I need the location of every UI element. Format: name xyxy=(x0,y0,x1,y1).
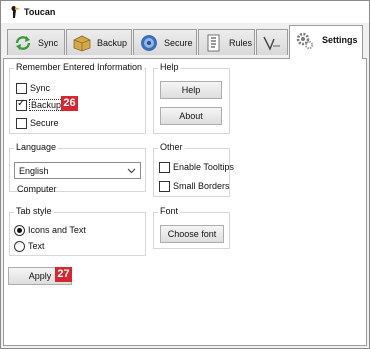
check-mark-icon: ✓ xyxy=(17,98,26,109)
radio-button[interactable] xyxy=(14,241,25,252)
title-bar: Toucan xyxy=(1,1,369,23)
other-group: Other Enable Tooltips Small Borders xyxy=(153,142,234,197)
tab-rules-label: Rules xyxy=(229,38,253,48)
language-group: Language English Computer xyxy=(9,142,146,194)
toucan-window: Toucan Sync Backup Secure Rules Settings… xyxy=(0,0,370,349)
toucan-app-icon xyxy=(11,6,20,18)
tab-style-icons-text-label: Icons and Text xyxy=(28,225,86,235)
small-borders-checkbox[interactable]: Small Borders xyxy=(159,181,231,193)
tab-variables[interactable] xyxy=(256,29,288,55)
tab-backup[interactable]: Backup xyxy=(66,29,132,55)
settings-panel: Remember Entered Information Sync ✓ Back… xyxy=(3,58,367,346)
help-button[interactable]: Help xyxy=(160,81,222,99)
checkbox-box[interactable] xyxy=(16,118,27,129)
checkbox-box[interactable] xyxy=(16,83,27,94)
help-group-title: Help xyxy=(158,62,181,72)
window-title: Toucan xyxy=(24,7,56,17)
tab-strip: Sync Backup Secure Rules Settings xyxy=(1,23,369,59)
chevron-down-icon[interactable] xyxy=(126,165,137,176)
help-group: Help Help About xyxy=(153,62,230,134)
font-group-title: Font xyxy=(158,206,181,216)
tab-sync[interactable]: Sync xyxy=(7,29,65,55)
checkbox-box[interactable] xyxy=(159,162,170,173)
language-select-value: English xyxy=(19,166,49,176)
tab-settings-label: Settings xyxy=(322,35,358,45)
tab-style-group-title: Tab style xyxy=(14,206,54,216)
variables-icon xyxy=(263,36,280,51)
settings-gear-icon xyxy=(296,32,314,50)
choose-font-button[interactable]: Choose font xyxy=(160,225,224,243)
remember-secure-label: Secure xyxy=(30,118,59,128)
language-group-title: Language xyxy=(14,142,59,152)
tab-style-text-label: Text xyxy=(28,241,45,251)
small-borders-label: Small Borders xyxy=(173,181,230,191)
tab-rules[interactable]: Rules xyxy=(198,29,255,55)
annotation-badge-backup: 26 xyxy=(61,96,78,111)
sync-icon xyxy=(15,36,31,50)
font-group: Font Choose font xyxy=(153,206,230,249)
remember-group-title: Remember Entered Information xyxy=(14,62,145,72)
checkbox-box[interactable] xyxy=(159,181,170,192)
rules-icon xyxy=(207,34,220,52)
language-status-text: Computer xyxy=(17,184,57,194)
radio-selected-dot xyxy=(17,228,22,233)
tab-style-text-radio[interactable]: Text xyxy=(14,241,134,253)
about-button[interactable]: About xyxy=(160,107,222,125)
checkbox-box[interactable]: ✓ xyxy=(16,98,27,111)
radio-button[interactable] xyxy=(14,225,25,236)
other-group-title: Other xyxy=(158,142,185,152)
secure-icon xyxy=(141,35,157,51)
annotation-badge-apply: 27 xyxy=(55,267,72,282)
remember-secure-checkbox[interactable]: Secure xyxy=(16,118,116,130)
tab-secure[interactable]: Secure xyxy=(133,29,197,55)
language-select[interactable]: English xyxy=(14,162,141,179)
enable-tooltips-label: Enable Tooltips xyxy=(173,162,234,172)
tab-secure-label: Secure xyxy=(164,38,193,48)
remember-sync-checkbox[interactable]: Sync xyxy=(16,83,116,95)
remember-sync-label: Sync xyxy=(30,83,51,93)
tab-style-icons-text-radio[interactable]: Icons and Text xyxy=(14,225,134,237)
tab-backup-label: Backup xyxy=(97,38,128,48)
tab-style-group: Tab style Icons and Text Text xyxy=(9,206,146,256)
enable-tooltips-checkbox[interactable]: Enable Tooltips xyxy=(159,162,234,174)
backup-icon xyxy=(73,35,91,52)
tab-sync-label: Sync xyxy=(38,38,59,48)
remember-backup-label: Backup xyxy=(29,99,64,111)
tab-settings[interactable]: Settings xyxy=(289,25,363,59)
